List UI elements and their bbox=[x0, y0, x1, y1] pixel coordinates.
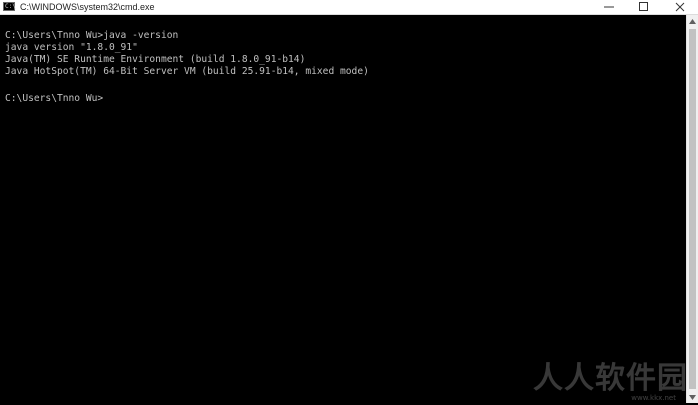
console-line-vm: Java HotSpot(TM) 64-Bit Server VM (build… bbox=[5, 66, 369, 77]
console-output[interactable]: C:\Users\Tnno Wu>java -version java vers… bbox=[0, 15, 686, 403]
console-line-java-version: java version "1.8.0_91" bbox=[5, 42, 138, 53]
maximize-icon bbox=[639, 2, 648, 11]
title-bar[interactable]: C:\ C:\WINDOWS\system32\cmd.exe bbox=[0, 0, 698, 15]
chevron-down-icon bbox=[689, 394, 696, 400]
cmd-app-icon[interactable]: C:\ bbox=[3, 2, 16, 11]
window-title: C:\WINDOWS\system32\cmd.exe bbox=[20, 2, 155, 12]
scroll-up-button[interactable] bbox=[687, 15, 698, 27]
minimize-icon bbox=[604, 6, 614, 8]
maximize-button[interactable] bbox=[628, 0, 660, 14]
console-prompt[interactable]: C:\Users\Tnno Wu> bbox=[5, 93, 103, 105]
cmd-window: C:\ C:\WINDOWS\system32\cmd.exe C:\Users… bbox=[0, 0, 698, 405]
minimize-button[interactable] bbox=[593, 0, 625, 14]
chevron-up-icon bbox=[689, 18, 696, 24]
console-line-runtime: Java(TM) SE Runtime Environment (build 1… bbox=[5, 54, 306, 65]
close-icon bbox=[675, 2, 685, 12]
scroll-down-button[interactable] bbox=[687, 391, 698, 403]
console-line-command: C:\Users\Tnno Wu>java -version bbox=[5, 30, 179, 41]
vertical-scrollbar[interactable] bbox=[686, 15, 698, 403]
watermark-url: www.kkx.net bbox=[631, 394, 676, 402]
scroll-thumb[interactable] bbox=[689, 29, 696, 389]
close-button[interactable] bbox=[664, 0, 696, 14]
